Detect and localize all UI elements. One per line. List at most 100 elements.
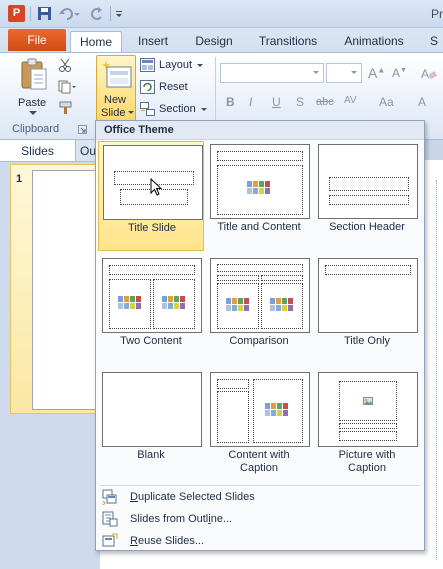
paste-icon <box>21 58 47 90</box>
title-bar: P Pr <box>0 0 443 28</box>
dialog-launcher-icon[interactable] <box>78 125 87 134</box>
layout-content-with-caption[interactable]: Content with Caption <box>206 369 312 481</box>
layout-label: Comparison <box>229 335 289 347</box>
text-placeholder <box>329 195 409 205</box>
layout-comparison[interactable]: Comparison <box>206 255 312 365</box>
change-case-icon[interactable]: Aa <box>379 95 394 109</box>
tab-design[interactable]: Design <box>186 31 242 52</box>
slide-thumbnail[interactable] <box>32 170 102 410</box>
heading-placeholder-right <box>261 275 303 281</box>
font-size-combo[interactable] <box>326 63 362 83</box>
slides-from-outline-icon <box>102 511 118 527</box>
content-insert-icons <box>265 403 288 416</box>
heading-placeholder-left <box>217 275 259 281</box>
gallery-header: Office Theme <box>96 121 424 140</box>
bold-icon[interactable]: B <box>226 95 235 109</box>
layout-thumbnail <box>210 258 310 333</box>
chevron-down-icon <box>128 111 134 114</box>
reuse-slides-item[interactable]: Reuse Slides... <box>100 531 422 551</box>
customize-qat-icon[interactable] <box>114 5 124 22</box>
layout-thumbnail <box>210 372 310 447</box>
tab-insert[interactable]: Insert <box>127 31 179 52</box>
layout-label: Section Header <box>329 221 405 233</box>
duplicate-selected-slides-item[interactable]: Duplicate Selected Slides <box>100 487 422 507</box>
chevron-down-icon <box>197 64 203 67</box>
content-insert-icons <box>270 298 293 311</box>
text-shadow-icon[interactable]: S <box>296 95 304 109</box>
new-slide-label-line2: Slide <box>101 107 126 119</box>
layout-picture-with-caption[interactable]: Picture with Caption <box>314 369 420 481</box>
layout-title-and-content[interactable]: Title and Content <box>206 141 312 251</box>
placeholder-border <box>436 180 437 560</box>
tab-animations[interactable]: Animations <box>336 31 412 52</box>
chevron-down-icon <box>29 111 37 115</box>
caption-placeholder <box>339 431 397 441</box>
layout-section-header[interactable]: Section Header <box>314 141 420 251</box>
title-placeholder <box>339 423 397 429</box>
qat-separator <box>110 6 111 21</box>
character-spacing-icon[interactable]: AV <box>344 95 357 106</box>
redo-icon[interactable] <box>88 5 105 22</box>
picture-icon <box>363 397 373 405</box>
tab-file[interactable]: File <box>8 29 66 51</box>
layout-label: Picture with <box>338 449 396 461</box>
shrink-font-icon[interactable]: A▼ <box>392 66 407 80</box>
tab-slides[interactable]: Slides <box>0 140 76 162</box>
layout-two-content[interactable]: Two Content <box>98 255 204 365</box>
reset-label: Reset <box>159 81 188 93</box>
font-color-icon[interactable]: A <box>418 95 426 109</box>
title-placeholder <box>329 177 409 191</box>
font-name-combo[interactable] <box>220 63 324 83</box>
layout-label: Title and Content <box>217 221 301 233</box>
new-slide-gallery: Office Theme Title Slide Title and Conte… <box>95 120 425 551</box>
layout-label: Caption <box>348 462 386 474</box>
clipboard-group-label: Clipboard <box>12 123 60 135</box>
layout-thumbnail <box>318 258 418 333</box>
window-title: Pr <box>431 7 443 21</box>
copy-icon[interactable] <box>58 80 76 94</box>
layout-blank[interactable]: Blank <box>98 369 204 481</box>
layout-label: Two Content <box>120 335 182 347</box>
layout-title-only[interactable]: Title Only <box>314 255 420 365</box>
content-insert-icons <box>247 181 270 194</box>
title-placeholder <box>109 265 195 275</box>
layout-thumbnail <box>210 144 310 219</box>
tab-transitions[interactable]: Transitions <box>250 31 326 52</box>
section-button[interactable]: Section <box>140 101 210 119</box>
italic-icon[interactable]: I <box>249 95 252 109</box>
layout-button[interactable]: Layout <box>140 57 210 75</box>
layout-icon <box>140 58 155 72</box>
tab-home[interactable]: Home <box>70 31 122 52</box>
strikethrough-icon[interactable]: abc <box>316 96 334 108</box>
new-slide-button[interactable]: New Slide <box>96 55 136 121</box>
slides-pane: Slides Ou 1 <box>0 140 102 569</box>
content-insert-icons <box>226 298 249 311</box>
gallery-separator <box>100 485 420 486</box>
clear-formatting-icon[interactable]: A <box>420 65 438 81</box>
reset-button[interactable]: Reset <box>140 79 210 97</box>
slide-number: 1 <box>16 173 23 185</box>
layout-label: Blank <box>137 449 165 461</box>
format-painter-icon[interactable] <box>58 101 74 115</box>
paste-button[interactable]: Paste <box>14 57 54 117</box>
cut-icon[interactable] <box>58 58 72 72</box>
grow-font-icon[interactable]: A▲ <box>368 65 385 81</box>
underline-icon[interactable]: U <box>272 95 281 109</box>
ribbon-tabs: File Home Insert Design Transitions Anim… <box>0 28 443 52</box>
save-icon[interactable] <box>36 5 53 22</box>
layout-thumbnail <box>102 372 202 447</box>
powerpoint-app-icon[interactable]: P <box>8 5 25 22</box>
layout-title-slide[interactable]: Title Slide <box>98 141 204 251</box>
title-placeholder <box>217 379 249 389</box>
title-placeholder <box>217 264 303 272</box>
layout-label: Title Only <box>343 335 391 347</box>
tab-slide-show[interactable]: S <box>425 31 443 52</box>
slide-thumbnail-row[interactable]: 1 <box>10 164 102 414</box>
menu-label: Duplicate Selected Slides <box>130 491 255 503</box>
slides-from-outline-item[interactable]: Slides from Outline... <box>100 509 422 529</box>
menu-label: Reuse Slides... <box>130 535 204 547</box>
undo-dropdown-icon[interactable] <box>73 5 81 22</box>
layout-thumbnail <box>318 144 418 219</box>
duplicate-slides-icon <box>102 489 117 505</box>
content-insert-icons <box>162 296 185 309</box>
